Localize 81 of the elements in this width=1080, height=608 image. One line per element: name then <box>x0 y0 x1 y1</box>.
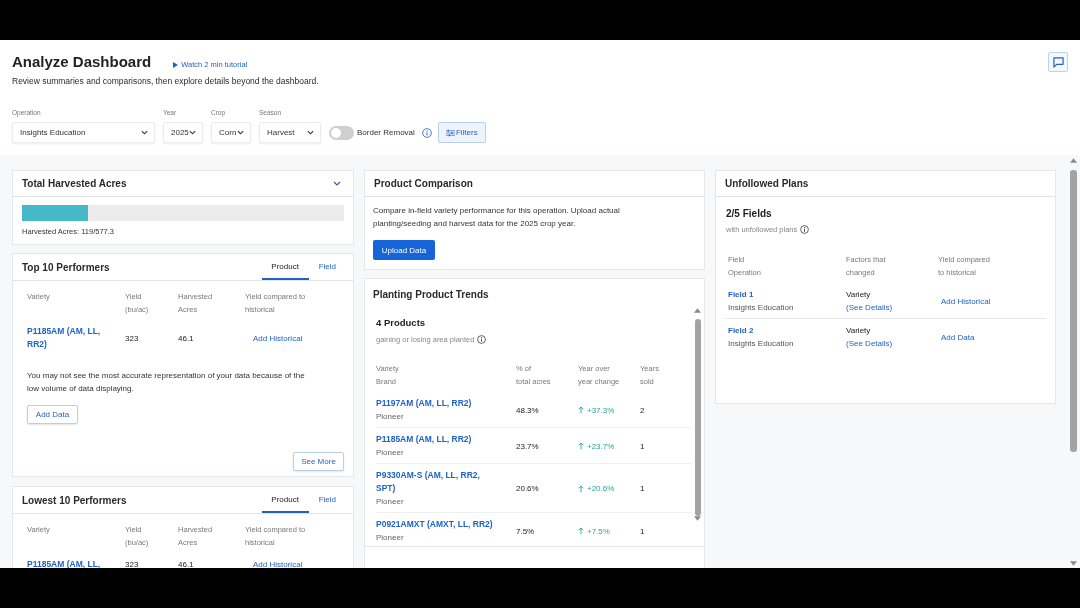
brand-text: Pioneer <box>376 447 404 459</box>
table-cell-text: 46.1 <box>178 559 194 568</box>
upload-data-button[interactable]: Upload Data <box>373 240 435 260</box>
factor-text: Variety <box>846 325 871 337</box>
tab[interactable]: Product <box>261 487 309 513</box>
table-cell-text: 2 <box>640 404 645 417</box>
chevron-down-icon <box>237 130 244 135</box>
factor-text: Variety <box>846 289 871 301</box>
sliders-icon <box>445 128 455 137</box>
scroll-up-icon[interactable] <box>1070 158 1077 163</box>
details-link[interactable]: (See Details) <box>846 301 893 314</box>
dropdown-select[interactable]: Insights Education <box>12 122 155 143</box>
table-cell-text: 7.5% <box>516 525 535 538</box>
tab[interactable]: Product <box>261 254 309 280</box>
product-link[interactable]: P1185AM (AM, LL, RR2) <box>376 433 472 446</box>
operation-text: Insights Education <box>728 338 794 350</box>
table-cell-text: 323 <box>125 332 139 345</box>
change-value: +23.7% <box>587 440 615 453</box>
change-value: +37.3% <box>587 404 615 417</box>
card-title: Planting Product Trends <box>373 288 489 300</box>
add-data-button[interactable]: Add Data <box>27 405 78 424</box>
field-link[interactable]: Field 2 <box>728 324 754 337</box>
table-cell-text: 46.1 <box>178 332 194 345</box>
action-link[interactable]: Add Historical <box>253 558 303 568</box>
card-title: Lowest 10 Performers <box>22 494 127 506</box>
scroll-down-icon[interactable] <box>1070 561 1077 566</box>
table-cell-text: 1 <box>640 483 645 495</box>
brand-text: Pioneer <box>376 532 404 544</box>
notice-text: You may not see the most accurate representation of your data because of the low volume of data displaying. <box>27 370 306 395</box>
page-subtitle: Review summaries and comparisons, then explore details beyond the dashboard. <box>12 75 319 87</box>
operation-text: Insights Education <box>728 302 794 314</box>
scroll-up-icon[interactable] <box>694 308 701 313</box>
card-title: Product Comparison <box>374 178 473 189</box>
action-link[interactable]: Add Data <box>941 330 975 344</box>
toggle-label: Border Removal <box>357 128 415 137</box>
chevron-down-icon <box>141 130 148 135</box>
table-cell-text: 23.7% <box>516 440 539 453</box>
info-icon[interactable] <box>800 224 810 234</box>
table-cell-text: 20.6% <box>516 483 539 495</box>
product-link[interactable]: P0921AMXT (AMXT, LL, RR2) <box>376 518 493 531</box>
details-link[interactable]: (See Details) <box>846 337 893 350</box>
dropdown-select[interactable]: 2025 <box>163 122 203 143</box>
change-value: +7.5% <box>587 525 610 538</box>
tab[interactable]: Field <box>310 487 344 513</box>
action-link[interactable]: Add Historical <box>941 294 991 308</box>
feedback-button[interactable] <box>1048 52 1068 72</box>
change-value: +20.6% <box>587 483 615 495</box>
chevron-down-icon <box>307 130 314 135</box>
action-link[interactable]: Add Historical <box>253 331 303 345</box>
toggle-switch[interactable] <box>329 125 354 140</box>
scrollbar-thumb[interactable] <box>694 319 701 516</box>
description-text: Compare in-field variety performance for this operation. Upload actual planting/seeding and harvest data for the 2025 crop year. <box>373 205 621 230</box>
info-icon[interactable] <box>421 127 432 138</box>
chevron-down-icon[interactable] <box>333 181 341 186</box>
filters-button[interactable]: Filters <box>437 122 486 143</box>
table-cell-text: 323 <box>125 559 139 568</box>
chat-icon <box>1052 56 1064 68</box>
card-title: Unfollowed Plans <box>725 178 809 189</box>
dropdown-select[interactable]: Corn <box>211 122 251 143</box>
dropdown-select[interactable]: Harvest <box>259 122 321 143</box>
variety-link[interactable]: P1185AM (AM, LL, <box>27 558 101 568</box>
page-title: Analyze Dashboard <box>12 52 152 72</box>
product-link[interactable]: P9330AM-S (AM, LL, RR2, SPT) <box>376 469 497 495</box>
brand-text: Pioneer <box>376 496 404 508</box>
card-title: Total Harvested Acres <box>22 178 127 189</box>
table-cell-text: 1 <box>640 525 645 538</box>
info-icon[interactable] <box>477 334 487 344</box>
field-count: 2/5 Fields <box>726 207 772 221</box>
scrollbar-thumb[interactable] <box>1070 170 1077 452</box>
variety-link[interactable]: P1185AM (AM, LL, RR2) <box>27 325 112 351</box>
product-link[interactable]: P1197AM (AM, LL, RR2) <box>376 397 472 410</box>
chevron-down-icon <box>189 130 196 135</box>
brand-text: Pioneer <box>376 411 404 423</box>
field-link[interactable]: Field 1 <box>728 288 754 301</box>
product-count: 4 Products <box>376 316 426 329</box>
card-title: Top 10 Performers <box>22 261 110 273</box>
see-more-button[interactable]: See More <box>293 452 344 471</box>
play-icon <box>173 61 179 68</box>
table-cell-text: 1 <box>640 440 645 453</box>
table-cell-text: 48.3% <box>516 404 539 417</box>
tab[interactable]: Field <box>310 254 344 280</box>
